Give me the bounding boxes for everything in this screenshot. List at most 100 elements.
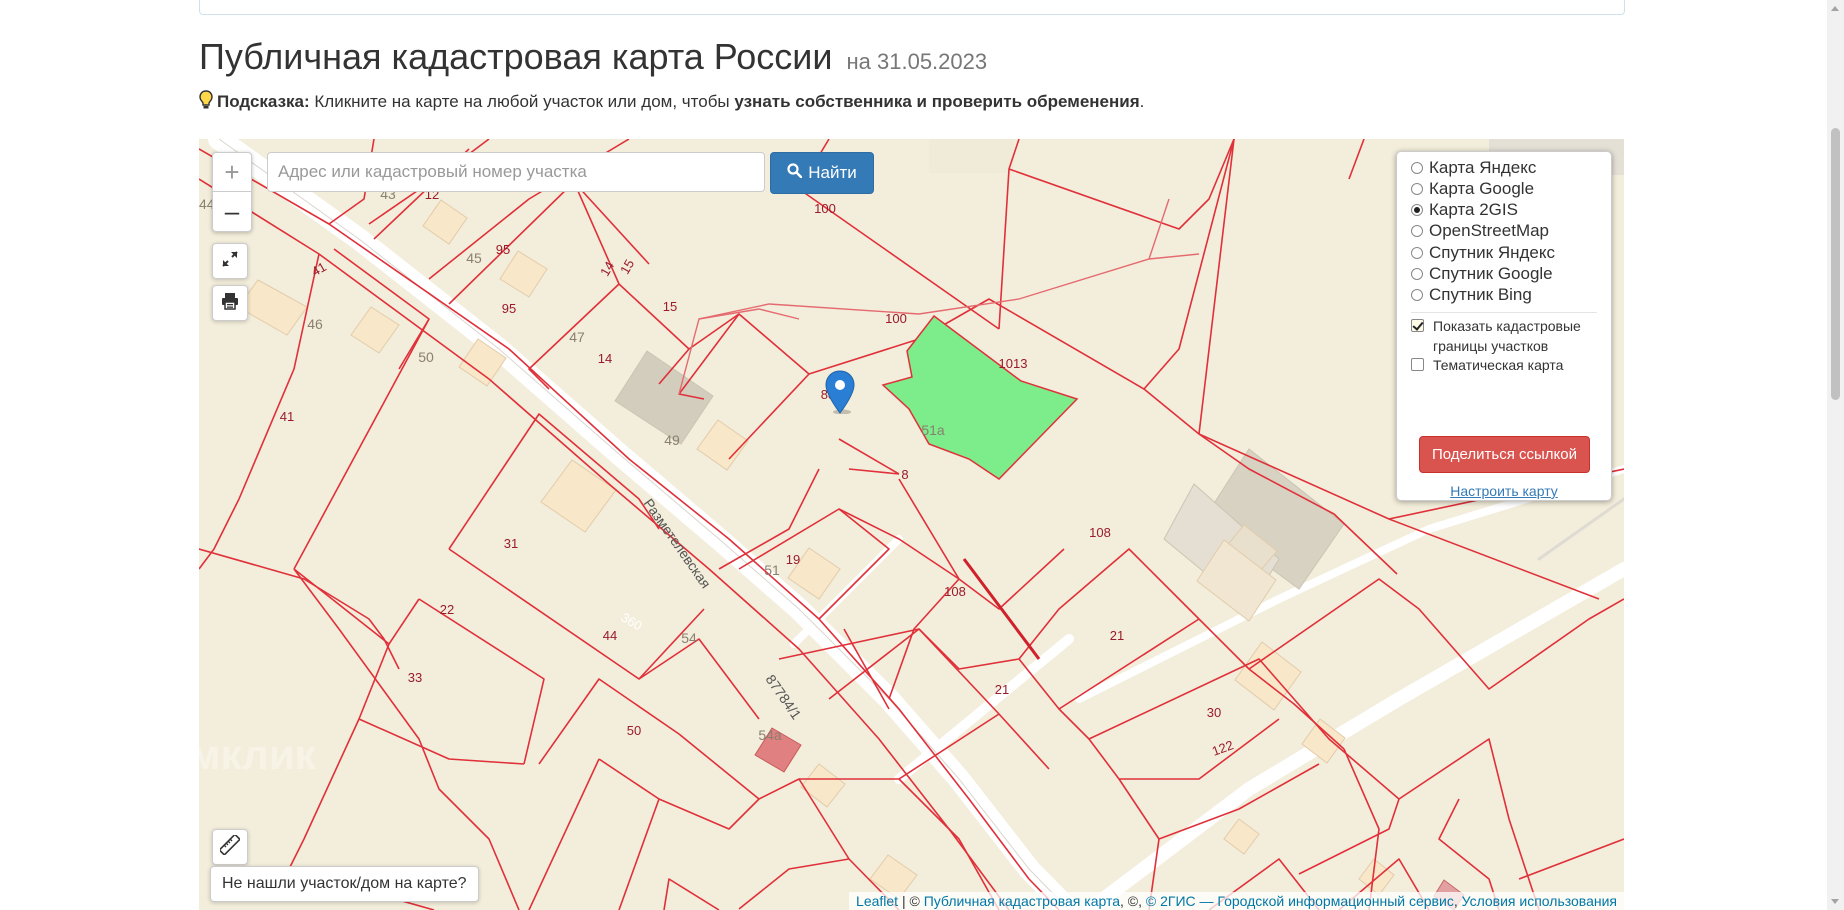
scroll-up-arrow-icon[interactable] [1831,6,1839,11]
zoom-out-button[interactable]: – [213,191,251,230]
svg-text:1013: 1013 [999,356,1028,371]
page-scrollbar[interactable] [1827,0,1844,910]
svg-text:100: 100 [814,201,836,216]
hint-label: Подсказка: [217,92,310,111]
radio-button[interactable] [1411,289,1423,301]
2gis-link[interactable]: © 2ГИС — Городской информационный сервис [1146,893,1454,909]
svg-text:51: 51 [764,562,780,578]
layer-label: Карта 2GIS [1429,200,1518,219]
svg-text:Домклик: Домклик [199,731,317,778]
cadastral-borders-toggle[interactable]: Показать кадастровые границы участков [1411,316,1591,356]
checkbox-label: Показать кадастровые границы участков [1433,318,1581,354]
radio-button[interactable] [1411,247,1423,259]
pkk-link[interactable]: Публичная кадастровая карта [924,893,1120,909]
layer-option-yandex-satellite[interactable]: Спутник Яндекс [1411,242,1555,264]
svg-text:95: 95 [496,242,510,257]
page-title-text: Публичная кадастровая карта России [199,36,833,77]
layer-label: Спутник Яндекс [1429,243,1555,262]
svg-text:51a: 51a [921,422,945,438]
thematic-map-toggle[interactable]: Тематическая карта [1411,355,1563,375]
lightbulb-icon [199,90,213,115]
svg-text:50: 50 [418,349,434,365]
svg-text:33: 33 [408,670,422,685]
svg-text:19: 19 [786,552,800,567]
svg-text:45: 45 [466,250,482,266]
search-input[interactable] [267,152,765,192]
fullscreen-button[interactable] [212,243,248,279]
layer-label: OpenStreetMap [1429,221,1550,240]
radio-button[interactable] [1411,225,1423,237]
svg-text:50: 50 [627,723,641,738]
printer-icon [221,292,239,315]
svg-text:21: 21 [1110,628,1124,643]
ruler-icon [218,832,242,860]
layer-label: Карта Яндекс [1429,158,1537,177]
svg-text:41: 41 [309,259,329,279]
svg-text:122: 122 [1210,737,1236,759]
not-found-button[interactable]: Не нашли участок/дом на карте? [210,866,479,902]
hint-text: Кликните на карте на любой участок или д… [309,92,735,111]
hint-line: Подсказка: Кликните на карте на любой уч… [199,90,1144,115]
checkbox[interactable] [1411,358,1424,371]
layer-option-openstreetmap[interactable]: OpenStreetMap [1411,220,1549,242]
svg-text:14: 14 [597,259,617,279]
svg-text:15: 15 [617,257,637,277]
svg-text:30: 30 [1207,705,1221,720]
ruler-button[interactable] [212,829,248,865]
layer-option-google-satellite[interactable]: Спутник Google [1411,263,1553,285]
layer-option-yandex-map[interactable]: Карта Яндекс [1411,157,1536,179]
svg-text:100: 100 [885,311,907,326]
layer-label: Спутник Bing [1429,285,1532,304]
svg-text:31: 31 [504,536,518,551]
svg-text:21: 21 [995,682,1009,697]
configure-map-link[interactable]: Настроить карту [1397,483,1611,499]
terms-link[interactable]: Условия использования [1462,893,1617,909]
svg-text:54: 54 [681,630,697,646]
svg-text:44: 44 [603,628,617,643]
road-number-label: 87784/1 [763,672,805,723]
checkbox-label: Тематическая карта [1433,357,1564,373]
scroll-down-arrow-icon[interactable] [1831,899,1839,904]
location-marker-icon[interactable] [825,370,855,414]
radio-button[interactable] [1411,183,1423,195]
zoom-in-button[interactable]: + [213,153,251,191]
svg-text:41: 41 [280,409,294,424]
top-panel [199,0,1625,15]
zoom-control: + – [212,152,252,232]
leaflet-link[interactable]: Leaflet [856,893,898,909]
svg-text:360: 360 [619,610,645,634]
svg-text:22: 22 [440,602,454,617]
svg-text:8: 8 [901,467,908,482]
search-button[interactable]: Найти [770,152,874,194]
svg-text:46: 46 [307,316,323,332]
svg-text:95: 95 [502,301,516,316]
layer-option-2gis-map[interactable]: Карта 2GIS [1411,199,1518,221]
svg-text:14: 14 [598,351,612,366]
cadastral-map[interactable]: 100 100 1013 12 95 95 15 14 41 41 31 22 … [199,139,1624,910]
radio-button[interactable] [1411,162,1423,174]
svg-text:47: 47 [569,329,585,345]
search-button-label: Найти [808,163,857,182]
layer-option-bing-satellite[interactable]: Спутник Bing [1411,284,1532,306]
attribution-text: , [1453,893,1462,909]
page-date: на 31.05.2023 [846,49,988,74]
attribution-text: | © [898,893,924,909]
svg-text:108: 108 [1089,525,1111,540]
print-button[interactable] [212,285,248,321]
hint-bold: узнать собственника и проверить обремене… [734,92,1140,111]
search-icon [787,163,803,183]
layer-label: Спутник Google [1429,264,1553,283]
layers-panel: Карта Яндекс Карта Google Карта 2GIS Ope… [1396,151,1612,501]
radio-button[interactable] [1411,268,1423,280]
radio-button-selected[interactable] [1411,204,1423,216]
checkbox-checked[interactable] [1411,319,1424,332]
domclick-watermark: Домклик [199,731,317,778]
scrollbar-thumb[interactable] [1831,128,1840,400]
svg-text:15: 15 [663,299,677,314]
share-link-button[interactable]: Поделиться ссылкой [1419,436,1590,473]
fullscreen-icon [221,250,239,273]
svg-text:49: 49 [664,432,680,448]
hint-end: . [1139,92,1145,111]
layer-label: Карта Google [1429,179,1535,198]
layer-option-google-map[interactable]: Карта Google [1411,178,1534,200]
